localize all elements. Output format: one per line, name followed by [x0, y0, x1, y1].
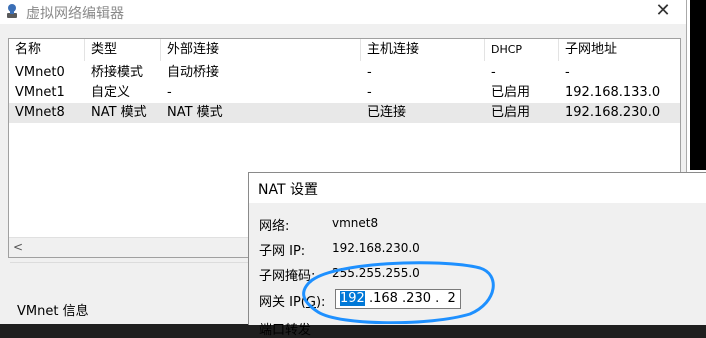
row-name: VMnet1	[15, 85, 65, 100]
gateway-label-post: ):	[315, 295, 326, 310]
table-row[interactable]: VMnet1 自定义 - - 已启用 192.168.133.0	[9, 83, 680, 103]
gateway-label-accesskey: G	[305, 295, 316, 310]
nat-settings-dialog: NAT 设置 网络: vmnet8 子网 IP: 192.168.230.0 子…	[248, 172, 706, 338]
background-strip-dark	[690, 0, 706, 170]
title-bar: 虚拟网络编辑器 ✕	[0, 0, 686, 24]
row-name: VMnet0	[15, 65, 65, 80]
row-subnet: 192.168.230.0	[565, 105, 661, 120]
row-type: 自定义	[91, 85, 131, 100]
network-value: vmnet8	[332, 216, 379, 230]
row-external: -	[167, 85, 172, 100]
row-subnet: 192.168.133.0	[565, 85, 661, 100]
row-name: VMnet8	[15, 105, 65, 120]
subnet-ip-label: 子网 IP:	[259, 244, 306, 259]
subnet-ip-value: 192.168.230.0	[332, 241, 420, 255]
row-external: NAT 模式	[167, 105, 223, 120]
row-host: -	[367, 65, 372, 80]
row-host: 已连接	[367, 105, 407, 120]
column-header-subnet[interactable]: 子网地址	[559, 39, 680, 61]
subnet-mask-value: 255.255.255.0	[332, 266, 420, 280]
scroll-left-icon[interactable]: <	[11, 238, 25, 257]
vmnet-info-label: VMnet 信息	[17, 304, 89, 319]
close-icon[interactable]: ✕	[650, 0, 676, 22]
column-header-host[interactable]: 主机连接	[361, 39, 485, 61]
column-header-name[interactable]: 名称	[9, 39, 85, 61]
row-dhcp: 已启用	[491, 105, 531, 120]
group-divider	[10, 262, 250, 263]
column-header-external[interactable]: 外部连接	[161, 39, 361, 61]
row-dhcp: -	[491, 65, 496, 80]
gateway-ip-input[interactable]: 192 .168 .230 . 2	[335, 289, 461, 309]
row-subnet: -	[565, 65, 570, 80]
gateway-octet-selected: 192	[340, 291, 365, 306]
network-app-icon	[7, 4, 17, 18]
port-forward-label-partial: 端口转发	[259, 323, 312, 338]
table-row-selected[interactable]: VMnet8 NAT 模式 NAT 模式 已连接 已启用 192.168.230…	[9, 103, 680, 123]
network-label: 网络:	[259, 219, 290, 234]
subnet-mask-label: 子网掩码:	[259, 269, 316, 284]
row-dhcp: 已启用	[491, 85, 531, 100]
row-type: 桥接模式	[91, 65, 144, 80]
column-header-type[interactable]: 类型	[85, 39, 161, 61]
gateway-label-pre: 网关 IP(	[259, 295, 306, 310]
gateway-octets-rest: .168 .230 . 2	[364, 291, 456, 306]
row-type: NAT 模式	[91, 105, 147, 120]
nat-title-bar: NAT 设置	[249, 173, 706, 203]
column-header-dhcp[interactable]: DHCP	[485, 39, 559, 61]
table-row[interactable]: VMnet0 桥接模式 自动桥接 - - -	[9, 63, 680, 83]
window-title: 虚拟网络编辑器	[26, 6, 124, 22]
list-header: 名称 类型 外部连接 主机连接 DHCP 子网地址	[9, 39, 680, 61]
nat-dialog-title: NAT 设置	[258, 182, 318, 198]
gateway-ip-label: 网关 IP(G):	[259, 291, 325, 310]
row-external: 自动桥接	[167, 65, 220, 80]
row-host: -	[367, 85, 372, 100]
